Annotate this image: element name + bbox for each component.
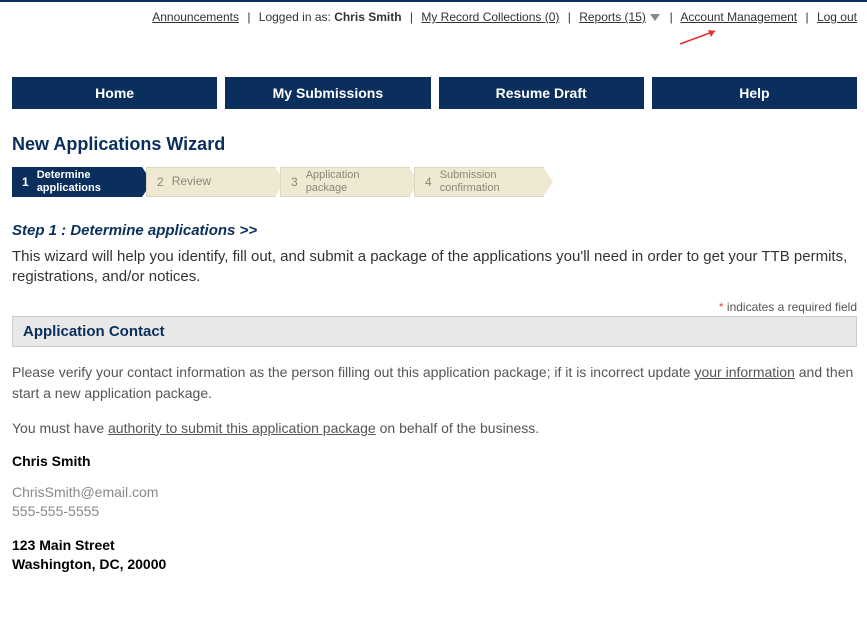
wizard-step-3[interactable]: 3 Application package bbox=[280, 167, 410, 197]
nav-home[interactable]: Home bbox=[12, 77, 217, 109]
required-field-note: * indicates a required field bbox=[12, 300, 857, 314]
chevron-down-icon[interactable] bbox=[649, 10, 661, 24]
account-management-link[interactable]: Account Management bbox=[680, 10, 797, 24]
nav-help[interactable]: Help bbox=[652, 77, 857, 109]
authority-text: You must have authority to submit this a… bbox=[12, 418, 857, 439]
intro-text: This wizard will help you identify, fill… bbox=[12, 247, 857, 288]
wizard-step-4[interactable]: 4 Submission confirmation bbox=[414, 167, 544, 197]
reports-link[interactable]: Reports (15) bbox=[579, 10, 646, 24]
announcements-link[interactable]: Announcements bbox=[152, 10, 239, 24]
wizard-step-1[interactable]: 1 Determine applications bbox=[12, 167, 142, 197]
contact-phone: 555-555-5555 bbox=[12, 502, 857, 522]
contact-name: Chris Smith bbox=[12, 453, 857, 469]
log-out-link[interactable]: Log out bbox=[817, 10, 857, 24]
logged-in-label: Logged in as: Chris Smith bbox=[259, 10, 402, 24]
verify-contact-text: Please verify your contact information a… bbox=[12, 362, 857, 404]
nav-resume-draft[interactable]: Resume Draft bbox=[439, 77, 644, 109]
my-collections-link[interactable]: My Record Collections (0) bbox=[421, 10, 559, 24]
your-information-link[interactable]: your information bbox=[694, 364, 794, 380]
contact-email: ChrisSmith@email.com bbox=[12, 483, 857, 503]
separator: | bbox=[670, 10, 673, 24]
wizard-progress: 1 Determine applications 2 Review 3 Appl… bbox=[12, 167, 857, 197]
nav-my-submissions[interactable]: My Submissions bbox=[225, 77, 430, 109]
separator: | bbox=[410, 10, 413, 24]
authority-link[interactable]: authority to submit this application pac… bbox=[108, 420, 376, 436]
separator: | bbox=[568, 10, 571, 24]
separator: | bbox=[805, 10, 808, 24]
section-header-contact: Application Contact bbox=[12, 316, 857, 347]
contact-address: 123 Main Street Washington, DC, 20000 bbox=[12, 536, 857, 574]
primary-nav: Home My Submissions Resume Draft Help bbox=[12, 77, 857, 109]
top-utility-bar: Announcements | Logged in as: Chris Smit… bbox=[12, 7, 857, 32]
step-heading: Step 1 : Determine applications >> bbox=[12, 222, 857, 239]
separator: | bbox=[247, 10, 250, 24]
wizard-step-2[interactable]: 2 Review bbox=[146, 167, 276, 197]
page-title: New Applications Wizard bbox=[12, 134, 857, 155]
